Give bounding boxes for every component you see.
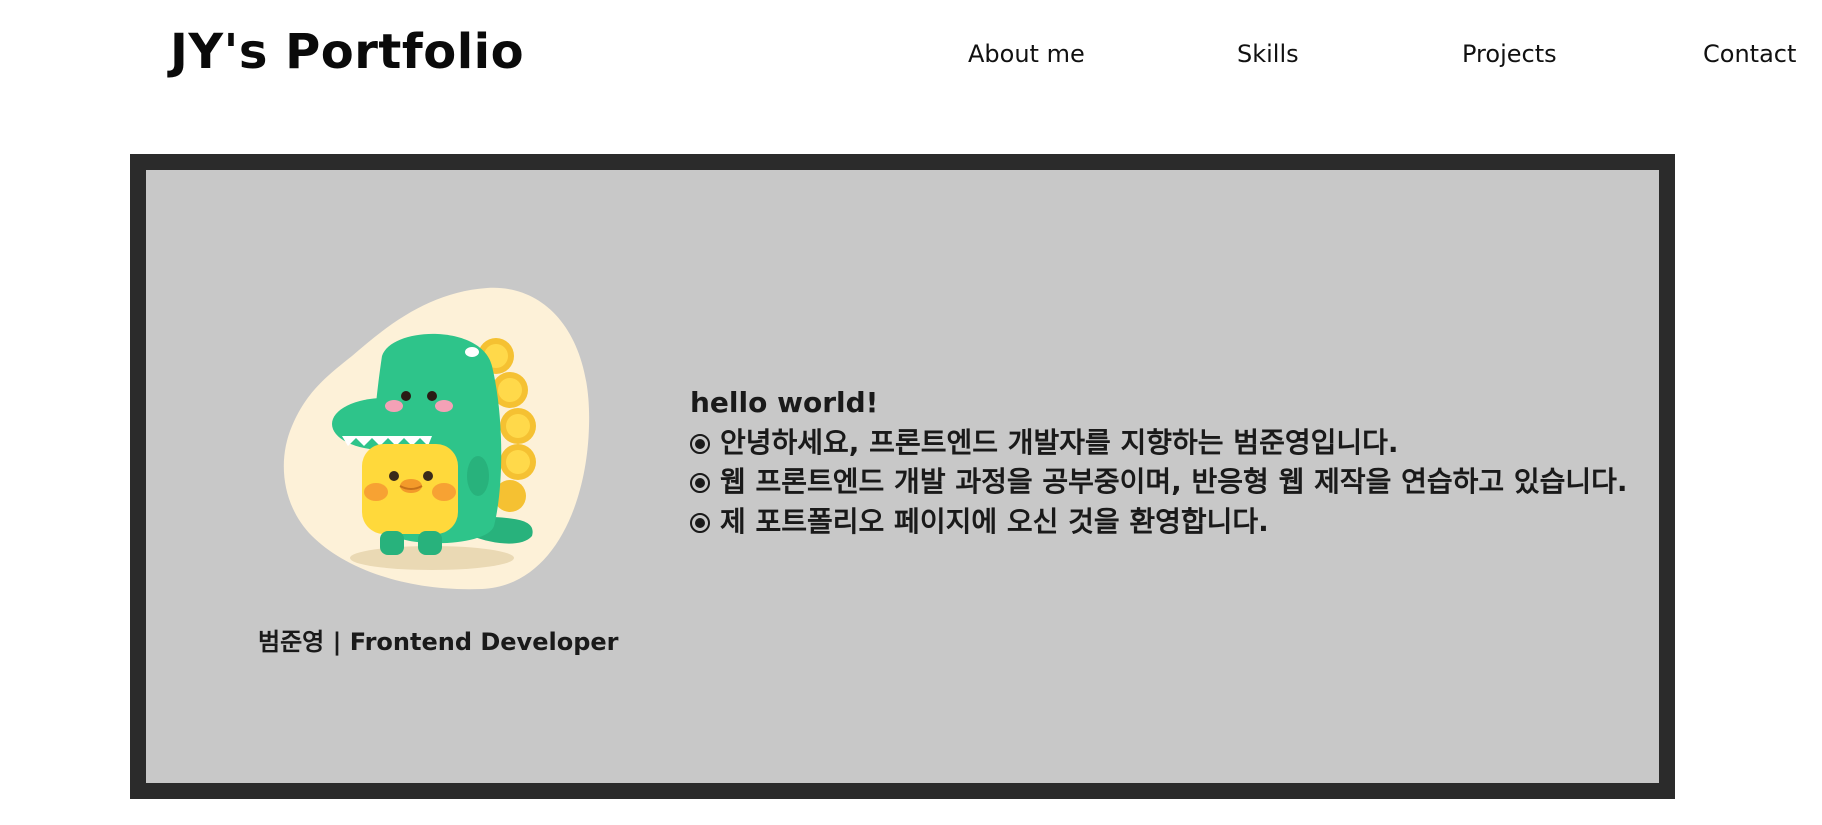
fisheye-bullet-icon: [690, 512, 710, 533]
profile-caption: 범준영 | Frontend Developer: [258, 628, 619, 656]
profile-avatar: [282, 286, 592, 591]
nav-link-skills[interactable]: Skills: [1237, 40, 1299, 68]
fisheye-bullet-icon: [690, 433, 710, 454]
intro-line-3: 제 포트폴리오 페이지에 오신 것을 환영합니다.: [690, 502, 1640, 542]
dinosaur-avatar-icon: [283, 287, 590, 590]
intro-line-text: 웹 프론트엔드 개발 과정을 공부중이며, 반응형 웹 제작을 연습하고 있습니…: [720, 465, 1628, 498]
intro-text: hello world! 안녕하세요, 프론트엔드 개발자를 지향하는 범준영입…: [690, 383, 1640, 541]
hero-section: 범준영 | Frontend Developer hello world! 안녕…: [130, 154, 1675, 799]
site-logo[interactable]: JY's Portfolio: [170, 24, 524, 80]
intro-line-text: 제 포트폴리오 페이지에 오신 것을 환영합니다.: [720, 504, 1269, 538]
fisheye-bullet-icon: [690, 473, 710, 493]
site-header: JY's Portfolio About me Skills Projects …: [0, 0, 1822, 110]
nav-link-projects[interactable]: Projects: [1462, 40, 1557, 68]
nav-link-about-me[interactable]: About me: [968, 40, 1085, 68]
intro-line-1: 안녕하세요, 프론트엔드 개발자를 지향하는 범준영입니다.: [690, 423, 1640, 463]
intro-line-2: 웹 프론트엔드 개발 과정을 공부중이며, 반응형 웹 제작을 연습하고 있습니…: [690, 462, 1640, 502]
intro-greeting: hello world!: [690, 386, 879, 419]
nav-link-contact[interactable]: Contact: [1703, 40, 1796, 68]
intro-line-text: 안녕하세요, 프론트엔드 개발자를 지향하는 범준영입니다.: [720, 425, 1399, 459]
hero-panel: 범준영 | Frontend Developer hello world! 안녕…: [146, 170, 1659, 783]
